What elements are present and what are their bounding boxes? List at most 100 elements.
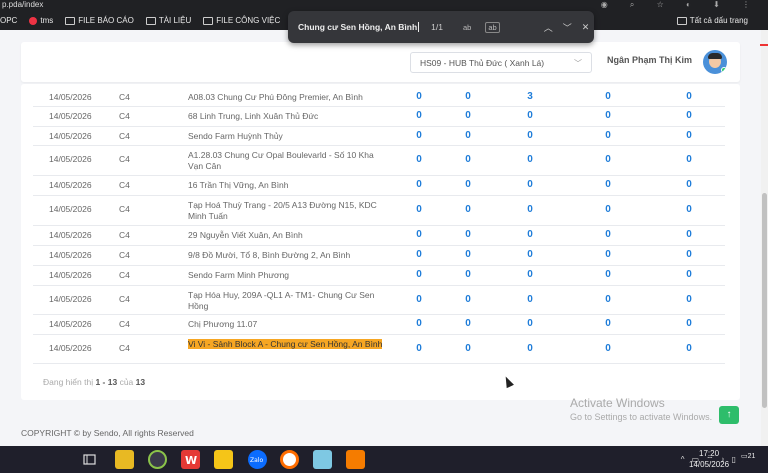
cell-count-link[interactable]: 0 [522, 110, 538, 121]
cell-type: C4 [119, 270, 130, 280]
cell-count-link[interactable]: 0 [460, 249, 476, 260]
address-bar[interactable]: p.pda/index ◉ ⌕ ☆ ◐ ⬇ ⋮ [0, 0, 768, 11]
cell-count-link[interactable]: 0 [460, 154, 476, 165]
cell-count-link[interactable]: 0 [460, 343, 476, 354]
avatar[interactable] [703, 50, 727, 74]
cell-count-link[interactable]: 0 [600, 318, 616, 329]
cell-count-link[interactable]: 0 [681, 179, 697, 190]
cell-address: A08.03 Chung Cư Phú Đông Premier, An Bìn… [188, 92, 363, 102]
cell-count-link[interactable]: 0 [460, 229, 476, 240]
scrollbar-thumb[interactable] [762, 193, 767, 408]
cell-count-link[interactable]: 0 [600, 91, 616, 102]
page-scrollbar[interactable] [761, 30, 768, 446]
cell-count-link[interactable]: 0 [600, 154, 616, 165]
cell-count-link[interactable]: 0 [681, 130, 697, 141]
match-case-toggle[interactable]: ab [463, 23, 471, 32]
cell-count-link[interactable]: 0 [411, 130, 427, 141]
cell-count-link[interactable]: 0 [411, 294, 427, 305]
cell-count-link[interactable]: 0 [522, 154, 538, 165]
cell-date: 14/05/2026 [49, 204, 92, 214]
notification-icon[interactable]: ▭21 [741, 452, 757, 468]
cell-count-link[interactable]: 0 [522, 343, 538, 354]
cell-count-link[interactable]: 0 [681, 204, 697, 215]
cell-count-link[interactable]: 0 [681, 110, 697, 121]
hub-select[interactable]: HS09 - HUB Thủ Đức ( Xanh Lá) ﹀ [410, 52, 592, 73]
wps-app-icon[interactable]: W [181, 450, 200, 469]
bookmark-file-bao-cao[interactable]: FILE BÁO CÁO [65, 16, 134, 25]
cell-count-link[interactable]: 0 [600, 110, 616, 121]
cell-count-link[interactable]: 0 [411, 179, 427, 190]
cell-count-link[interactable]: 0 [460, 91, 476, 102]
ultraviewer-icon[interactable] [280, 450, 299, 469]
cell-count-link[interactable]: 0 [600, 229, 616, 240]
chevron-up-icon[interactable]: ^ [681, 455, 685, 464]
cell-count-link[interactable]: 0 [460, 179, 476, 190]
chevron-up-icon[interactable]: ︿ [544, 21, 553, 34]
cell-count-link[interactable]: 0 [681, 249, 697, 260]
scroll-to-top-button[interactable]: ↑ [719, 406, 739, 424]
cell-count-link[interactable]: 0 [600, 204, 616, 215]
taskbar-clock[interactable]: 17:20 14/05/2026 [689, 448, 729, 470]
cell-count-link[interactable]: 0 [522, 130, 538, 141]
cell-count-link[interactable]: 0 [522, 179, 538, 190]
cell-count-link[interactable]: 0 [600, 249, 616, 260]
notepad-icon[interactable] [313, 450, 332, 469]
cell-count-link[interactable]: 0 [600, 343, 616, 354]
cell-count-link[interactable]: 0 [460, 110, 476, 121]
zalo-icon[interactable]: Zalo [248, 450, 267, 469]
sticky-notes-icon[interactable] [214, 450, 233, 469]
cell-count-link[interactable]: 0 [522, 249, 538, 260]
file-explorer-icon[interactable] [115, 450, 134, 469]
cell-count-link[interactable]: 0 [411, 229, 427, 240]
whole-word-toggle[interactable]: ab [485, 21, 500, 33]
cell-count-link[interactable]: 0 [411, 91, 427, 102]
cell-count-link[interactable]: 0 [460, 269, 476, 280]
task-view-icon[interactable] [80, 450, 99, 469]
cell-count-link[interactable]: 0 [681, 294, 697, 305]
cell-count-link[interactable]: 0 [681, 154, 697, 165]
bookmark-opc[interactable]: OPC [0, 16, 17, 25]
cell-count-link[interactable]: 0 [600, 179, 616, 190]
url-text: p.pda/index [2, 0, 44, 9]
cell-count-link[interactable]: 0 [411, 154, 427, 165]
cell-type: C4 [119, 230, 130, 240]
bookmark-tms[interactable]: tms [29, 16, 53, 25]
find-input[interactable]: Chung cư Sen Hồng, An Bình [298, 22, 420, 33]
cell-count-link[interactable]: 0 [411, 110, 427, 121]
cell-count-link[interactable]: 0 [600, 294, 616, 305]
battery-icon[interactable]: ▯ [732, 455, 736, 464]
chevron-down-icon[interactable]: ﹀ [563, 21, 572, 34]
bookmark-tai-lieu[interactable]: TÀI LIỆU [145, 16, 191, 25]
cell-count-link[interactable]: 0 [460, 318, 476, 329]
close-icon[interactable]: ✕ [582, 22, 590, 33]
pagination-info: Đang hiển thị 1 - 13 của 13 [43, 377, 146, 387]
cell-count-link[interactable]: 0 [522, 269, 538, 280]
cell-count-link[interactable]: 0 [460, 294, 476, 305]
cell-count-link[interactable]: 0 [522, 318, 538, 329]
cell-count-link[interactable]: 0 [460, 204, 476, 215]
cell-count-link[interactable]: 0 [681, 343, 697, 354]
cell-count-link[interactable]: 0 [460, 130, 476, 141]
app-icon[interactable] [346, 450, 365, 469]
bookmark-file-cong-viec[interactable]: FILE CÔNG VIỆC [203, 16, 280, 25]
cell-count-link[interactable]: 0 [600, 130, 616, 141]
cell-count-link[interactable]: 0 [411, 269, 427, 280]
cell-count-link[interactable]: 0 [681, 229, 697, 240]
cell-count-link[interactable]: 0 [600, 269, 616, 280]
cell-count-link[interactable]: 0 [411, 343, 427, 354]
table-row: 14/05/2026 C4 Sendo Farm Minh Phương 0 0 0 0 0 [33, 266, 725, 286]
cell-count-link[interactable]: 0 [522, 294, 538, 305]
cell-count-link[interactable]: 0 [411, 249, 427, 260]
cell-count-link[interactable]: 0 [522, 204, 538, 215]
cell-count-link[interactable]: 0 [411, 318, 427, 329]
cell-count-link[interactable]: 0 [411, 204, 427, 215]
cell-count-link[interactable]: 0 [681, 91, 697, 102]
cell-address: 29 Nguyễn Viết Xuân, An Bình [188, 230, 303, 240]
cell-count-link[interactable]: 0 [681, 269, 697, 280]
all-bookmarks[interactable]: Tất cả dấu trang [676, 11, 748, 30]
cell-count-link[interactable]: 0 [522, 229, 538, 240]
footer-copyright: COPYRIGHT © by Sendo, All rights Reserve… [21, 428, 194, 438]
cell-count-link[interactable]: 0 [681, 318, 697, 329]
chrome-app-icon[interactable] [148, 450, 167, 469]
cell-count-link[interactable]: 3 [522, 91, 538, 102]
